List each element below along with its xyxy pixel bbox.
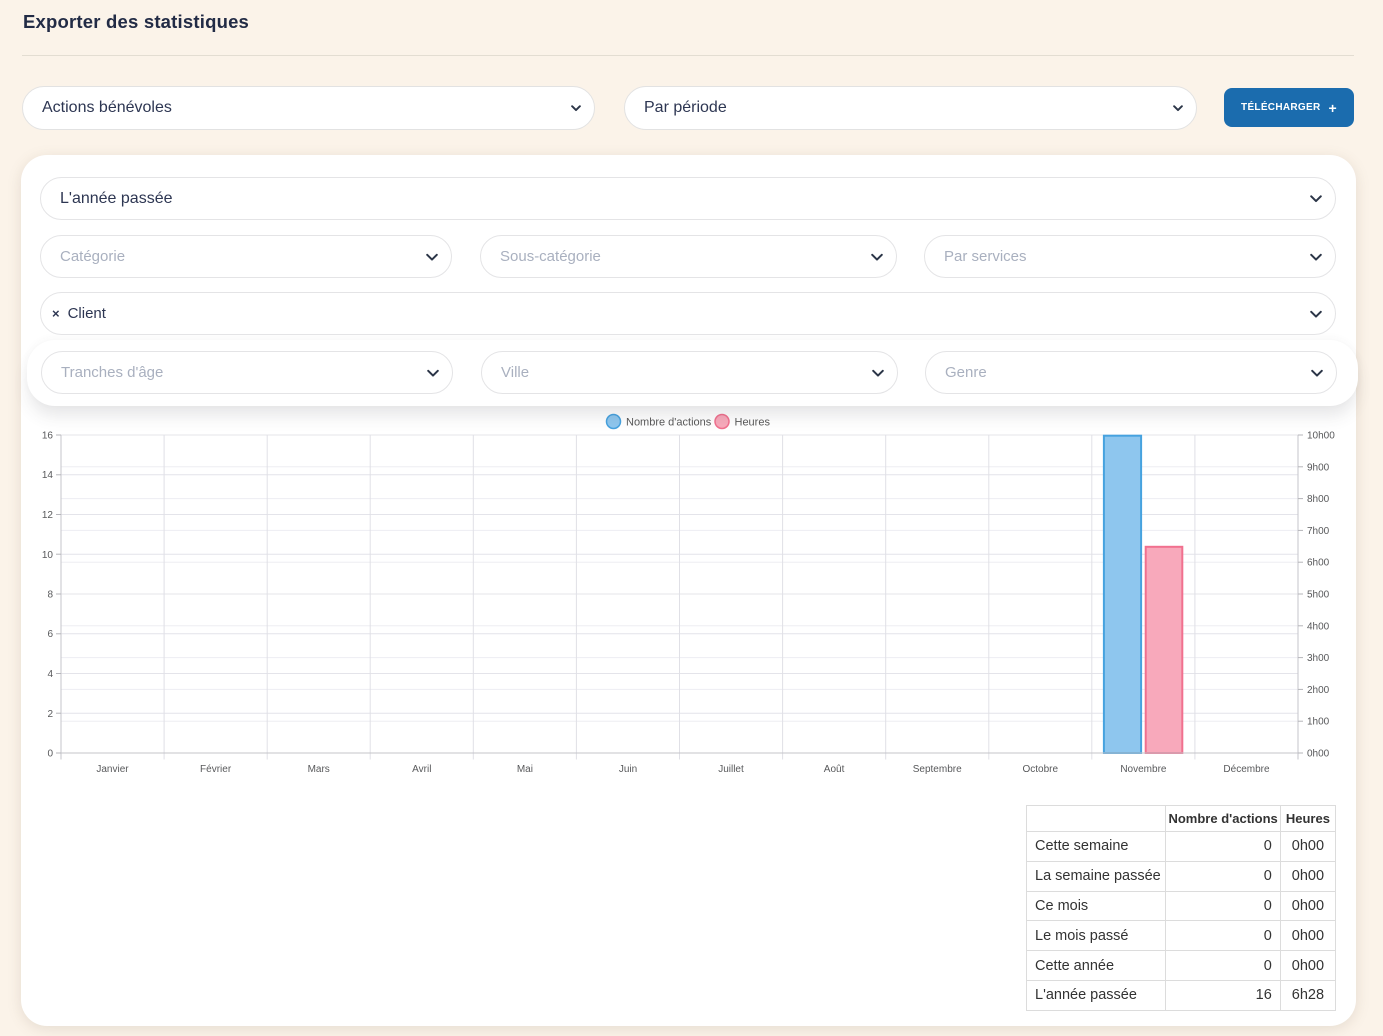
svg-text:Août: Août xyxy=(824,764,845,775)
svg-text:Heures: Heures xyxy=(735,417,771,429)
svg-text:10h00: 10h00 xyxy=(1307,431,1335,442)
svg-text:9h00: 9h00 xyxy=(1307,462,1330,473)
svg-text:5h00: 5h00 xyxy=(1307,590,1330,601)
svg-text:2h00: 2h00 xyxy=(1307,685,1330,696)
svg-text:Mai: Mai xyxy=(517,764,533,775)
svg-text:Décembre: Décembre xyxy=(1223,764,1270,775)
svg-text:14: 14 xyxy=(42,470,54,481)
svg-text:Octobre: Octobre xyxy=(1023,764,1059,775)
svg-text:8: 8 xyxy=(47,590,53,601)
svg-text:Mars: Mars xyxy=(308,764,330,775)
svg-text:1h00: 1h00 xyxy=(1307,717,1330,728)
svg-text:2: 2 xyxy=(47,709,53,720)
svg-text:Juillet: Juillet xyxy=(718,764,744,775)
svg-text:Janvier: Janvier xyxy=(96,764,129,775)
svg-text:6h00: 6h00 xyxy=(1307,558,1330,569)
svg-text:Juin: Juin xyxy=(619,764,637,775)
svg-text:6: 6 xyxy=(47,629,53,640)
svg-text:3h00: 3h00 xyxy=(1307,653,1330,664)
svg-text:Septembre: Septembre xyxy=(913,764,962,775)
svg-text:Février: Février xyxy=(200,764,232,775)
svg-text:7h00: 7h00 xyxy=(1307,526,1330,537)
svg-text:0h00: 0h00 xyxy=(1307,749,1330,760)
svg-text:16: 16 xyxy=(42,431,54,442)
svg-text:Nombre d'actions: Nombre d'actions xyxy=(626,417,712,429)
svg-text:8h00: 8h00 xyxy=(1307,494,1330,505)
svg-text:4h00: 4h00 xyxy=(1307,621,1330,632)
svg-text:Avril: Avril xyxy=(412,764,431,775)
svg-text:Novembre: Novembre xyxy=(1120,764,1167,775)
svg-text:10: 10 xyxy=(42,550,54,561)
svg-text:4: 4 xyxy=(47,669,53,680)
svg-text:0: 0 xyxy=(47,749,53,760)
svg-text:12: 12 xyxy=(42,510,54,521)
